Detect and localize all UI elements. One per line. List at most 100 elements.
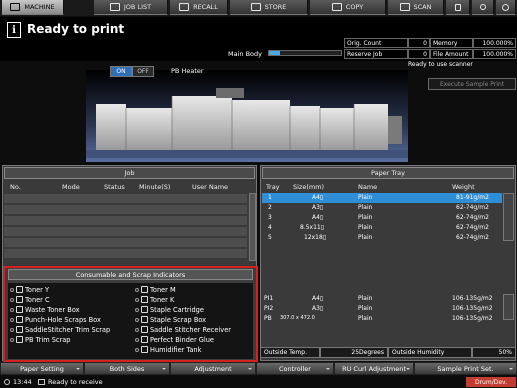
waste-toner-icon (16, 306, 23, 313)
tray-scrollbar-lower[interactable] (503, 294, 514, 320)
main-body-gauge (268, 50, 342, 56)
job-row[interactable] (4, 227, 247, 237)
status-time: 13:44 (13, 378, 32, 386)
glue-icon (141, 336, 148, 343)
tray-col-tray: Tray (266, 183, 280, 191)
info-icon: i (7, 22, 21, 38)
tray-row[interactable]: 4 8.5x11▯ Plain 62-74g/m2 (262, 223, 502, 233)
job-list-icon (109, 3, 120, 11)
tray-col-name: Name (358, 183, 378, 191)
tab-copy[interactable]: COPY (310, 0, 386, 15)
clock-icon (4, 379, 10, 385)
main-body-gauge-fill (269, 51, 280, 55)
status-dot-icon (10, 317, 14, 322)
consumable-humidifier-tank: Humidifier Tank (135, 345, 201, 354)
job-row[interactable] (4, 216, 247, 226)
consumable-staple-scrap: Staple Scrap Box (135, 315, 206, 324)
reserve-job-value: 0 (408, 49, 430, 59)
ru-curl-adjustment-button[interactable]: RU Curl Adjustment (334, 362, 414, 375)
consumable-toner-y: Toner Y (10, 285, 49, 294)
pb-heater-on-button[interactable]: ON (110, 66, 132, 77)
job-col-no: No. (10, 183, 21, 191)
execute-sample-print-button[interactable]: Execute Sample Print (428, 78, 516, 90)
lock-icon (454, 3, 461, 11)
top-tab-bar: MACHINE JOB LIST RECALL STORE COPY SCAN (0, 0, 517, 16)
both-sides-button[interactable]: Both Sides (84, 362, 170, 375)
status-dot-icon (135, 307, 139, 312)
lock-button[interactable] (446, 0, 470, 15)
consumable-punch-hole: Punch-Hole Scraps Box (10, 315, 101, 324)
recall-icon (179, 3, 190, 11)
scanner-status: Ready to use scanner (408, 61, 473, 68)
drum-dev-alert-badge[interactable]: Drum/Dev. (466, 377, 516, 387)
status-dot-icon (10, 307, 14, 312)
orig-count-label: Orig. Count (344, 38, 408, 48)
tab-scan[interactable]: SCAN (388, 0, 444, 15)
tray-row[interactable]: 2 A3▯ Plain 62-74g/m2 (262, 203, 502, 213)
bottom-menu-bar: Paper Setting Both Sides Adjustment Cont… (0, 362, 517, 375)
tray-row[interactable]: 1 A4▯ Plain 81-91g/m2 (262, 193, 502, 203)
humidifier-icon (141, 346, 148, 353)
controller-button[interactable]: Controller (256, 362, 334, 375)
job-row[interactable] (4, 238, 247, 248)
pb-trim-icon (16, 336, 23, 343)
saddle-trim-icon (16, 326, 23, 333)
tab-job-list[interactable]: JOB LIST (94, 0, 168, 15)
pb-heater-off-button[interactable]: OFF (132, 66, 154, 77)
network-icon (38, 379, 45, 385)
memory-value: 100.000% (473, 38, 516, 48)
tray-row[interactable]: PI1 A4▯ Plain 106-135g/m2 (262, 294, 502, 304)
tray-row[interactable]: 3 A4▯ Plain 62-74g/m2 (262, 213, 502, 223)
pb-heater-label: PB Heater (171, 67, 204, 75)
status-dot-icon (10, 287, 14, 292)
tab-machine[interactable]: MACHINE (2, 0, 64, 15)
consumable-saddle-receiver: Saddle Stitcher Receiver (135, 325, 231, 334)
power-icon (502, 3, 509, 11)
job-row[interactable] (4, 194, 247, 204)
status-dot-icon (10, 297, 14, 302)
toner-icon (16, 296, 23, 303)
page-title: Ready to print (27, 22, 125, 36)
toner-icon (16, 286, 23, 293)
outside-humidity-label: Outside Humidity (388, 347, 472, 358)
tray-row[interactable]: 5 12x18▯ Plain 62-74g/m2 (262, 233, 502, 243)
status-line: 13:44 Ready to receive (0, 376, 517, 388)
toner-icon (141, 286, 148, 293)
staple-icon (141, 306, 148, 313)
tray-col-size: Size(mm) (293, 183, 325, 191)
power-button[interactable] (496, 0, 516, 15)
paper-setting-button[interactable]: Paper Setting (0, 362, 84, 375)
tab-recall[interactable]: RECALL (170, 0, 228, 15)
adjustment-button[interactable]: Adjustment (170, 362, 256, 375)
key-button[interactable] (472, 0, 494, 15)
consumable-toner-k: Toner K (135, 295, 174, 304)
saddle-receiver-icon (141, 326, 148, 333)
status-message: Ready to receive (48, 378, 103, 386)
store-icon (250, 3, 261, 11)
outside-conditions: Outside Temp. 25Degrees Outside Humidity… (260, 347, 516, 358)
tray-scrollbar[interactable] (503, 193, 514, 241)
consumable-pb-trim: PB Trim Scrap (10, 335, 70, 344)
tray-row[interactable]: PI2 A3▯ Plain 106-135g/m2 (262, 304, 502, 314)
consumable-toner-m: Toner M (135, 285, 176, 294)
job-panel-title: Job (4, 167, 255, 179)
main-body-label: Main Body (228, 50, 262, 58)
consumable-staple-cartridge: Staple Cartridge (135, 305, 204, 314)
outside-temp-value: 25Degrees (320, 347, 388, 358)
sample-print-set-button[interactable]: Sample Print Set. (414, 362, 517, 375)
copy-icon (331, 3, 342, 11)
outside-humidity-value: 50% (472, 347, 516, 358)
job-col-mode: Mode (62, 183, 80, 191)
status-dot-icon (10, 337, 14, 342)
tab-store[interactable]: STORE (230, 0, 308, 15)
job-col-minute: Minute(S) (139, 183, 171, 191)
punch-icon (16, 316, 23, 323)
machine-icon (10, 3, 21, 11)
job-scrollbar[interactable] (249, 193, 256, 261)
job-row[interactable] (4, 205, 247, 215)
tray-row[interactable]: PB 307.0 x 472.0 Plain 106-135g/m2 (262, 314, 502, 324)
consumable-binder-glue: Perfect Binder Glue (135, 335, 214, 344)
status-dot-icon (135, 317, 139, 322)
status-dot-icon (135, 337, 139, 342)
job-row[interactable] (4, 249, 247, 259)
